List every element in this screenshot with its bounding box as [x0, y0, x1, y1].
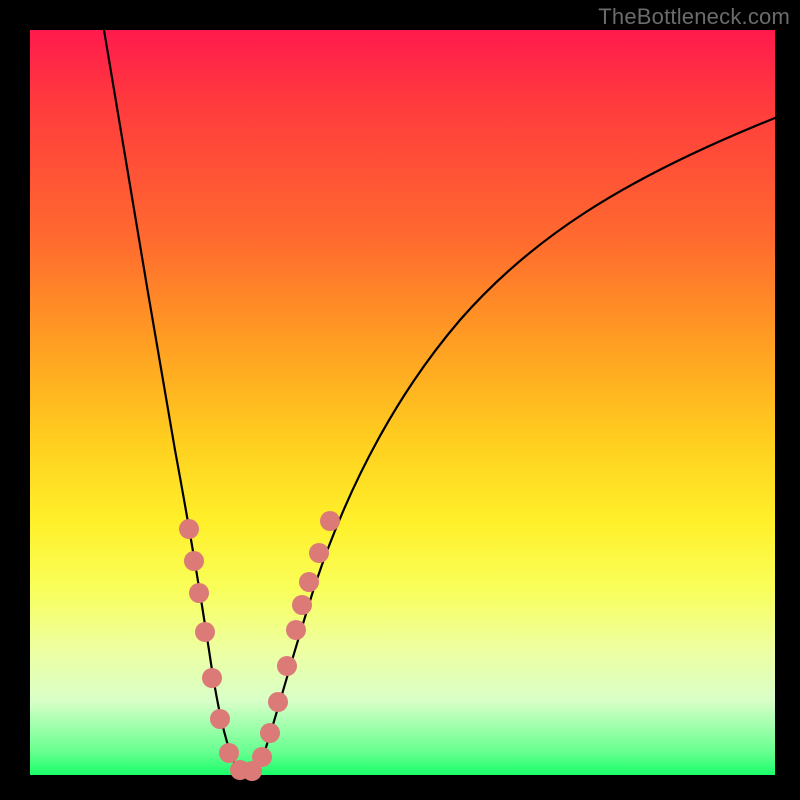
marker-dot: [299, 572, 319, 592]
chart-frame: TheBottleneck.com: [0, 0, 800, 800]
marker-dot: [292, 595, 312, 615]
marker-dot: [189, 583, 209, 603]
marker-dot: [179, 519, 199, 539]
curve-left-branch: [103, 24, 238, 770]
watermark-text: TheBottleneck.com: [598, 4, 790, 30]
curve-svg: [30, 30, 775, 775]
marker-dot: [309, 543, 329, 563]
marker-dot: [268, 692, 288, 712]
marker-dot: [184, 551, 204, 571]
marker-dot: [210, 709, 230, 729]
plot-area: [30, 30, 775, 775]
marker-dot: [202, 668, 222, 688]
marker-dot: [252, 747, 272, 767]
marker-dot: [219, 743, 239, 763]
marker-dot: [286, 620, 306, 640]
curve-right-branch: [258, 118, 775, 770]
marker-dot: [277, 656, 297, 676]
marker-dot: [260, 723, 280, 743]
marker-dot: [195, 622, 215, 642]
marker-dot: [320, 511, 340, 531]
